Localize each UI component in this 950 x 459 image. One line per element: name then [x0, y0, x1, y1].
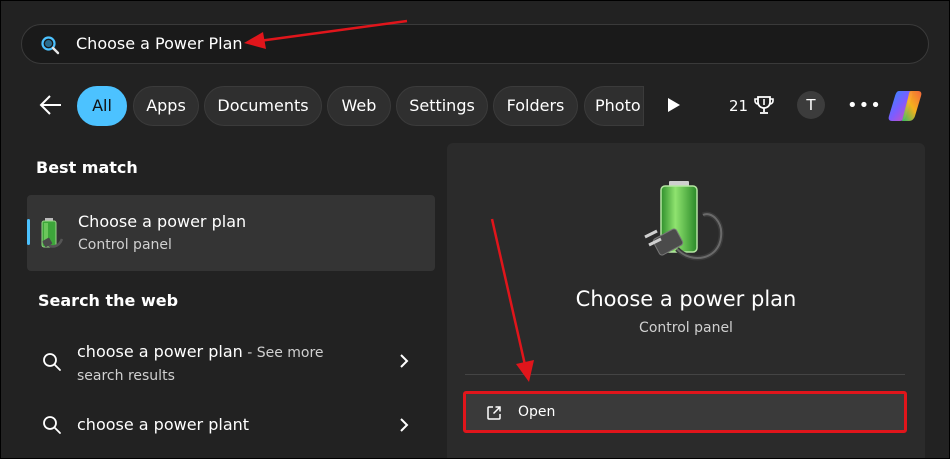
open-external-icon [487, 406, 501, 420]
rewards-trophy-icon[interactable] [753, 94, 775, 116]
rewards-count: 21 [729, 97, 749, 115]
avatar[interactable]: T [797, 91, 825, 119]
best-match-subtitle: Control panel [78, 237, 172, 253]
filter-all[interactable]: All [77, 86, 127, 126]
best-match-result[interactable]: Choose a power plan Control panel [27, 195, 435, 271]
play-icon[interactable] [667, 97, 681, 113]
filter-settings[interactable]: Settings [396, 86, 488, 126]
detail-title: Choose a power plan [575, 287, 797, 311]
search-icon [41, 36, 60, 55]
filter-photos[interactable]: Photo [584, 86, 644, 126]
web-result-item[interactable]: choose a power plant [27, 405, 435, 445]
search-box[interactable]: Choose a Power Plan [21, 24, 929, 64]
web-result-title: choose a power plan - See more [77, 342, 324, 361]
web-result-query: choose a power plan [77, 342, 243, 361]
back-arrow-icon[interactable] [37, 91, 65, 119]
best-match-heading: Best match [36, 158, 138, 177]
search-icon [43, 353, 61, 371]
filter-web[interactable]: Web [327, 86, 391, 126]
open-button-label: Open [518, 404, 556, 420]
detail-subtitle: Control panel [639, 320, 733, 336]
divider [465, 374, 905, 375]
selection-indicator [27, 219, 30, 245]
battery-plug-icon [644, 181, 724, 261]
filter-documents[interactable]: Documents [204, 86, 322, 126]
web-result-item[interactable]: choose a power plan - See more search re… [27, 333, 435, 393]
chevron-right-icon [400, 418, 409, 432]
web-result-title: choose a power plant [77, 415, 250, 434]
search-input[interactable]: Choose a Power Plan [76, 34, 243, 53]
open-button[interactable]: Open [463, 391, 907, 433]
web-result-subtitle: search results [77, 368, 175, 384]
filter-apps[interactable]: Apps [133, 86, 199, 126]
copilot-icon[interactable] [885, 86, 925, 126]
search-window: Choose a Power Plan All Apps Documents W… [0, 0, 950, 459]
search-icon [43, 416, 61, 434]
battery-plug-icon [41, 218, 64, 248]
filter-folders[interactable]: Folders [493, 86, 578, 126]
more-options-icon[interactable]: ••• [847, 95, 882, 116]
best-match-title: Choose a power plan [78, 212, 247, 231]
chevron-right-icon [400, 354, 409, 368]
search-web-heading: Search the web [38, 291, 179, 310]
detail-panel: Choose a power plan Control panel Open [447, 143, 925, 458]
see-more-text: - See more [242, 345, 324, 361]
